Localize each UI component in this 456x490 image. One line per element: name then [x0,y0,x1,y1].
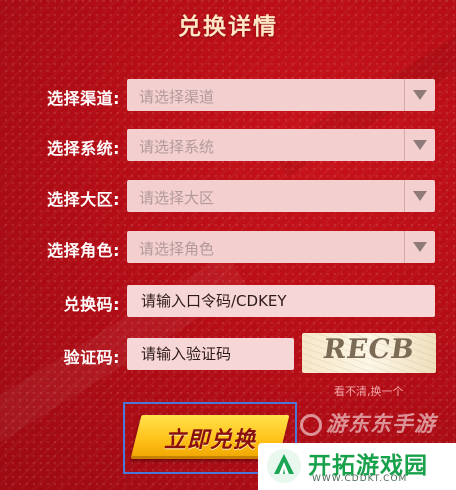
triangle-down-icon [413,242,427,252]
role-dropdown-toggle[interactable] [404,231,435,263]
system-dropdown-toggle[interactable] [404,129,435,161]
role-placeholder: 请选择角色 [139,240,215,258]
role-select[interactable]: 请选择角色 [127,231,435,263]
watermark-badge: 开拓游戏园 WWW.CDDKT.COM [258,443,456,490]
triangle-down-icon [413,140,427,150]
badge-domain-text: WWW.CDDKT.COM [312,474,408,484]
region-select[interactable]: 请选择大区 [127,180,435,212]
system-label: 选择系统: [47,139,120,158]
role-label: 选择角色: [47,241,120,260]
code-label: 兑换码: [63,295,120,314]
captcha-refresh-link[interactable]: 看不清,换一个 [334,383,404,399]
triangle-down-icon [413,191,427,201]
triangle-down-icon [413,90,427,100]
region-dropdown-toggle[interactable] [404,180,435,212]
channel-dropdown-toggle[interactable] [404,79,435,111]
channel-select[interactable]: 请选择渠道 [127,79,435,111]
watermark-overlay: 游东东手游 [300,408,436,438]
region-placeholder: 请选择大区 [139,189,215,207]
code-input[interactable]: 请输入口令码/CDKEY [127,285,435,317]
channel-placeholder: 请选择渠道 [139,88,215,106]
system-select[interactable]: 请选择系统 [127,129,435,161]
leaf-logo-icon [267,449,301,483]
watermark-logo-icon [300,414,322,436]
captcha-image[interactable]: RECB [302,333,436,373]
captcha-text: RECB [321,334,417,365]
channel-label: 选择渠道: [47,89,120,108]
page-title: 兑换详情 [178,13,278,40]
captcha-input[interactable]: 请输入验证码 [127,338,294,370]
system-placeholder: 请选择系统 [139,138,215,156]
watermark-overlay-text: 游东东手游 [326,412,436,436]
captcha-label: 验证码: [63,348,120,367]
region-label: 选择大区: [47,190,120,209]
